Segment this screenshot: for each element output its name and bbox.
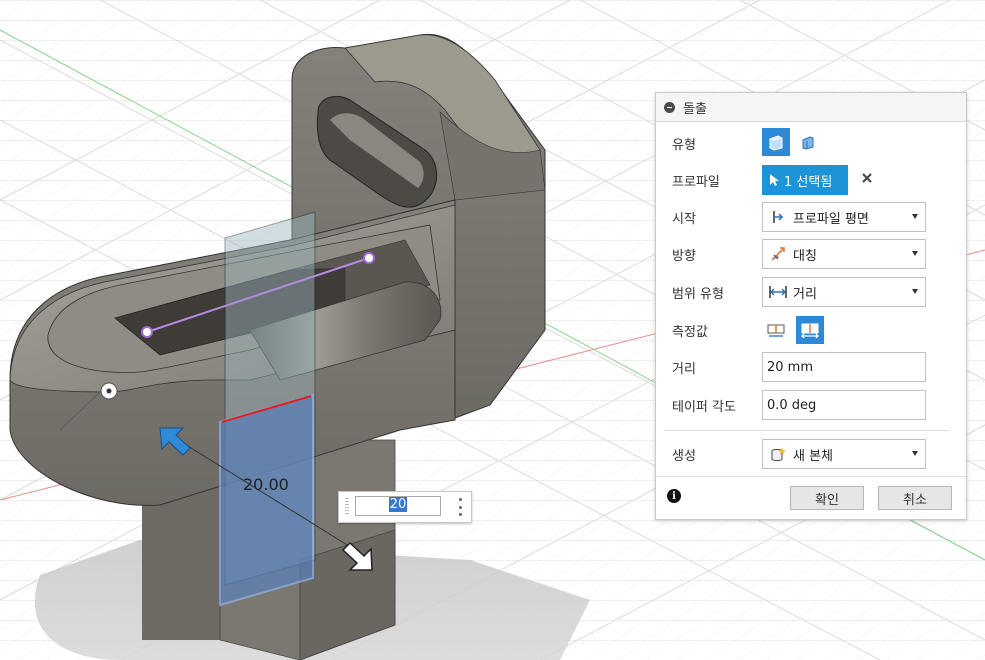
type-solid-button[interactable]	[762, 128, 790, 156]
operation-row: 생성 새 본체	[656, 437, 966, 471]
operation-dropdown[interactable]: 새 본체	[762, 439, 926, 469]
divider	[664, 430, 950, 431]
taper-label: 테이퍼 각도	[672, 399, 736, 415]
measure-one-side-icon	[767, 324, 785, 337]
start-label: 시작	[672, 211, 696, 227]
profile-selection-text: 1 선택됨	[784, 174, 833, 190]
drag-handle[interactable]	[345, 498, 349, 516]
solid-extrude-icon	[769, 135, 783, 151]
cursor-icon	[770, 174, 779, 186]
distance-icon	[768, 282, 788, 302]
dialog-title: 돌출	[683, 101, 707, 117]
profile-plane-icon	[768, 207, 788, 227]
extent-type-label: 범위 유형	[672, 286, 724, 302]
distance-input[interactable]	[762, 352, 926, 382]
type-thin-button[interactable]	[794, 128, 822, 156]
info-icon[interactable]: i	[667, 489, 681, 503]
dimension-input-popup: 20	[338, 491, 472, 523]
start-row: 시작 프로파일 평면	[656, 200, 966, 234]
new-body-icon	[768, 444, 788, 464]
operation-value: 새 본체	[793, 448, 834, 464]
profile-label: 프로파일	[672, 174, 720, 190]
dimension-input[interactable]: 20	[355, 496, 441, 516]
direction-label: 방향	[672, 248, 696, 264]
direction-row: 방향 대칭	[656, 237, 966, 271]
dialog-footer: i 확인 취소	[656, 475, 966, 519]
extrude-dialog: 돌출 유형 프로파일 1 선택됨 시작 프로파일 평면 방향 대칭 범위 유형 …	[655, 92, 967, 520]
cancel-button[interactable]: 취소	[878, 486, 952, 510]
profile-select-button[interactable]: 1 선택됨	[762, 165, 848, 195]
start-dropdown[interactable]: 프로파일 평면	[762, 202, 926, 232]
taper-angle-input[interactable]	[762, 390, 926, 420]
symmetric-icon	[768, 244, 788, 264]
extent-type-row: 범위 유형 거리	[656, 275, 966, 309]
measure-whole-icon	[801, 323, 819, 339]
measure-whole-button[interactable]	[796, 316, 824, 344]
taper-row: 테이퍼 각도	[656, 388, 966, 422]
thin-extrude-icon	[802, 136, 814, 150]
profile-row: 프로파일 1 선택됨	[656, 163, 966, 197]
start-value: 프로파일 평면	[793, 211, 869, 227]
dimension-label: 20.00	[243, 475, 289, 494]
extent-type-dropdown[interactable]: 거리	[762, 277, 926, 307]
chevron-down-icon	[912, 451, 918, 456]
direction-value: 대칭	[793, 248, 817, 264]
measurement-row: 측정값	[656, 313, 966, 347]
operation-label: 생성	[672, 448, 696, 464]
ok-button[interactable]: 확인	[790, 486, 864, 510]
measure-one-side-button[interactable]	[762, 316, 790, 344]
more-options-icon[interactable]	[459, 498, 463, 516]
extrude-preview	[219, 393, 314, 607]
extent-type-value: 거리	[793, 286, 817, 302]
chevron-down-icon	[912, 214, 918, 219]
distance-row: 거리	[656, 350, 966, 384]
collapse-icon[interactable]	[664, 101, 675, 113]
chevron-down-icon	[912, 289, 918, 294]
distance-label: 거리	[672, 361, 696, 377]
measurement-label: 측정값	[672, 324, 708, 340]
type-row: 유형	[656, 126, 966, 160]
type-label: 유형	[672, 137, 696, 153]
clear-selection-icon[interactable]	[860, 171, 874, 185]
dialog-header[interactable]: 돌출	[656, 93, 966, 122]
direction-dropdown[interactable]: 대칭	[762, 239, 926, 269]
origin-point[interactable]	[100, 382, 118, 400]
chevron-down-icon	[912, 251, 918, 256]
